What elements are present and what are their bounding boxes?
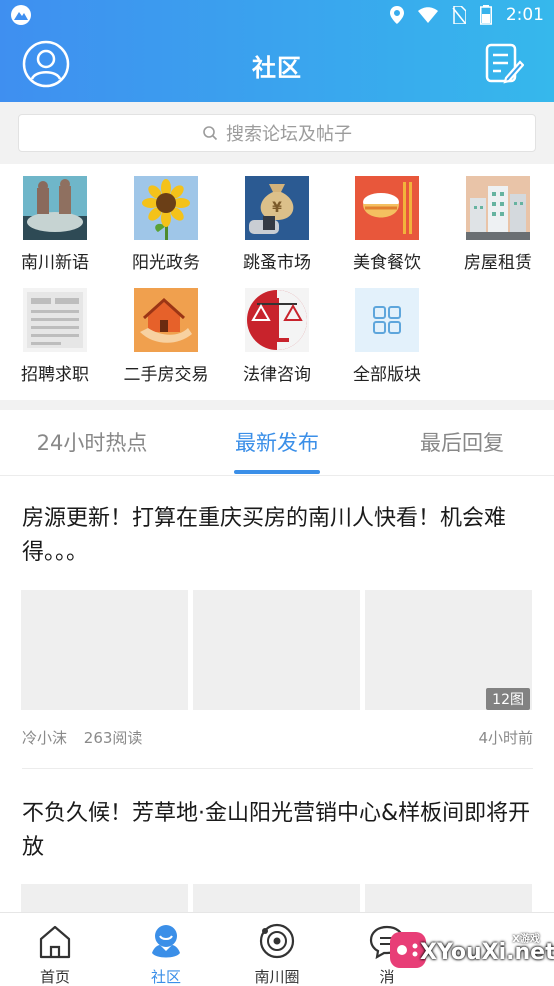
status-time: 2:01 (505, 5, 544, 25)
category-label: 阳光政务 (132, 253, 200, 273)
active-tab-indicator (234, 470, 320, 474)
post-image[interactable] (21, 590, 188, 710)
post-meta: 冷小沫 263阅读 4小时前 (22, 727, 533, 748)
post-image-row[interactable]: 12图 (21, 590, 533, 710)
search-icon (203, 126, 218, 141)
category-item-flea-market[interactable]: ¥ 跳蚤市场 (222, 176, 332, 273)
category-label: 全部版块 (353, 365, 421, 385)
category-label: 跳蚤市场 (243, 253, 311, 273)
app-notification-icon (11, 5, 31, 25)
post-title[interactable]: 不负久候！芳草地·金山阳光营销中心&样板间即将开放 (22, 797, 532, 865)
page-title: 社区 (252, 54, 302, 82)
category-item-food[interactable]: 美食餐饮 (332, 176, 442, 273)
buildings-icon (466, 176, 530, 240)
feed-tabs: 24小时热点 最新发布 最后回复 (0, 410, 554, 476)
status-bar: 2:01 (0, 0, 554, 30)
post-image[interactable] (193, 884, 360, 912)
post-read-count: 263阅读 (83, 729, 143, 747)
post-title[interactable]: 房源更新！打算在重庆买房的南川人快看！机会难得。。。 (22, 502, 532, 570)
svg-text:¥: ¥ (272, 200, 282, 216)
post-divider (22, 768, 533, 769)
category-item-second-hand-housing[interactable]: 二手房交易 (111, 288, 221, 385)
search-placeholder: 搜索论坛及帖子 (226, 124, 352, 145)
post-image-row[interactable] (21, 884, 533, 912)
no-sim-icon (452, 6, 466, 24)
nav-community[interactable]: 社区 (111, 913, 221, 986)
location-icon (389, 6, 404, 24)
nav-label: 南川圈 (254, 968, 300, 986)
image-count-badge: 12图 (486, 688, 530, 710)
category-label: 法律咨询 (243, 365, 311, 385)
category-item-legal[interactable]: 法律咨询 (222, 288, 332, 385)
scales-icon (245, 288, 309, 352)
category-item-nanchuan-news[interactable]: 南川新语 (0, 176, 110, 273)
nav-nanchuan-circle[interactable]: 南川圈 (222, 913, 332, 986)
nav-label: 首页 (39, 968, 70, 986)
title-bar: 社区 (0, 30, 554, 102)
post-image[interactable] (365, 884, 532, 912)
category-item-all-boards[interactable]: 全部版块 (332, 288, 442, 385)
house-in-hand-icon (134, 288, 198, 352)
category-label: 二手房交易 (123, 365, 209, 385)
watermark: X游戏 XYouXi.net (390, 928, 554, 976)
post-author[interactable]: 冷小沫 (22, 729, 67, 747)
category-item-rental[interactable]: 房屋租赁 (443, 176, 553, 273)
post-image[interactable] (21, 884, 188, 912)
battery-icon (479, 5, 492, 25)
category-label: 房屋租赁 (464, 253, 532, 273)
newspaper-icon (23, 288, 87, 352)
statue-icon (23, 176, 87, 240)
category-grid: 南川新语 阳光政务 ¥ 跳蚤市场 美食餐饮 房屋租赁 招聘求职 二手房交易 法律… (0, 164, 554, 400)
category-label: 美食餐饮 (353, 253, 421, 273)
money-bag-icon: ¥ (245, 176, 309, 240)
category-label: 南川新语 (21, 253, 89, 273)
post-image[interactable]: 12图 (365, 590, 532, 710)
post-time: 4小时前 (478, 729, 533, 747)
tab-latest[interactable]: 最新发布 (184, 410, 370, 476)
category-label: 招聘求职 (21, 365, 89, 385)
home-icon (39, 925, 71, 959)
category-item-jobs[interactable]: 招聘求职 (0, 288, 110, 385)
tab-24h-hot[interactable]: 24小时热点 (0, 410, 184, 476)
circle-icon (259, 923, 295, 959)
grid-icon (355, 288, 419, 352)
post-image[interactable] (193, 590, 360, 710)
app-header: 2:01 社区 (0, 0, 554, 102)
watermark-text: XYouXi.net (420, 940, 554, 965)
compose-post-icon[interactable] (484, 42, 524, 86)
tab-last-reply[interactable]: 最后回复 (370, 410, 554, 476)
rice-bowl-icon (355, 176, 419, 240)
nav-home[interactable]: 首页 (0, 913, 110, 986)
sunflower-icon (134, 176, 198, 240)
wifi-icon (417, 7, 438, 23)
search-area: 搜索论坛及帖子 (0, 102, 554, 164)
community-icon (152, 925, 180, 958)
section-divider (0, 400, 554, 410)
category-item-government[interactable]: 阳光政务 (111, 176, 221, 273)
nav-label: 社区 (150, 968, 181, 986)
search-input[interactable]: 搜索论坛及帖子 (18, 114, 536, 152)
